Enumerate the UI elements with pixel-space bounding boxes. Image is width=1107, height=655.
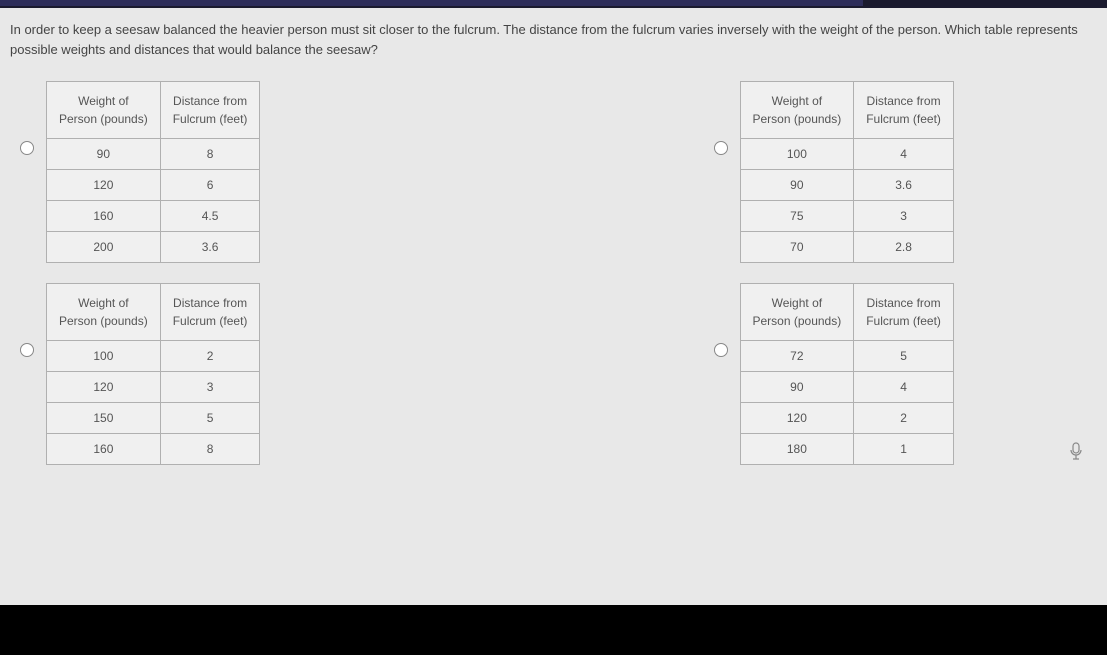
table-header-weight: Weight ofPerson (pounds) xyxy=(740,82,854,139)
options-container: Weight ofPerson (pounds) Distance fromFu… xyxy=(0,71,1107,475)
option-c: Weight ofPerson (pounds) Distance fromFu… xyxy=(20,283,394,465)
radio-d[interactable] xyxy=(714,343,728,357)
table-header-distance: Distance fromFulcrum (feet) xyxy=(854,82,954,139)
table-row: 1002 xyxy=(47,341,260,372)
table-d: Weight ofPerson (pounds) Distance fromFu… xyxy=(740,283,954,465)
option-b: Weight ofPerson (pounds) Distance fromFu… xyxy=(714,81,1088,263)
table-row: 1604.5 xyxy=(47,201,260,232)
progress-bar xyxy=(0,0,863,6)
table-a: Weight ofPerson (pounds) Distance fromFu… xyxy=(46,81,260,263)
table-row: 1801 xyxy=(740,434,953,465)
table-row: 1206 xyxy=(47,170,260,201)
table-row: 725 xyxy=(740,341,953,372)
option-a: Weight ofPerson (pounds) Distance fromFu… xyxy=(20,81,394,263)
table-header-weight: Weight ofPerson (pounds) xyxy=(47,284,161,341)
table-header-weight: Weight ofPerson (pounds) xyxy=(740,284,854,341)
radio-b[interactable] xyxy=(714,141,728,155)
top-bar xyxy=(0,0,1107,8)
table-row: 702.8 xyxy=(740,232,953,263)
table-row: 1203 xyxy=(47,372,260,403)
bottom-bar xyxy=(0,605,1107,655)
option-d: Weight ofPerson (pounds) Distance fromFu… xyxy=(714,283,1088,465)
radio-a[interactable] xyxy=(20,141,34,155)
table-row: 753 xyxy=(740,201,953,232)
table-header-weight: Weight ofPerson (pounds) xyxy=(47,82,161,139)
radio-c[interactable] xyxy=(20,343,34,357)
table-row: 1505 xyxy=(47,403,260,434)
question-text: In order to keep a seesaw balanced the h… xyxy=(0,8,1107,71)
microphone-icon[interactable] xyxy=(1069,442,1087,460)
table-row: 1004 xyxy=(740,139,953,170)
table-header-distance: Distance fromFulcrum (feet) xyxy=(160,82,260,139)
table-row: 2003.6 xyxy=(47,232,260,263)
table-row: 904 xyxy=(740,372,953,403)
table-b: Weight ofPerson (pounds) Distance fromFu… xyxy=(740,81,954,263)
table-header-distance: Distance fromFulcrum (feet) xyxy=(854,284,954,341)
table-row: 1202 xyxy=(740,403,953,434)
table-header-distance: Distance fromFulcrum (feet) xyxy=(160,284,260,341)
table-row: 903.6 xyxy=(740,170,953,201)
table-row: 1608 xyxy=(47,434,260,465)
table-row: 908 xyxy=(47,139,260,170)
table-c: Weight ofPerson (pounds) Distance fromFu… xyxy=(46,283,260,465)
